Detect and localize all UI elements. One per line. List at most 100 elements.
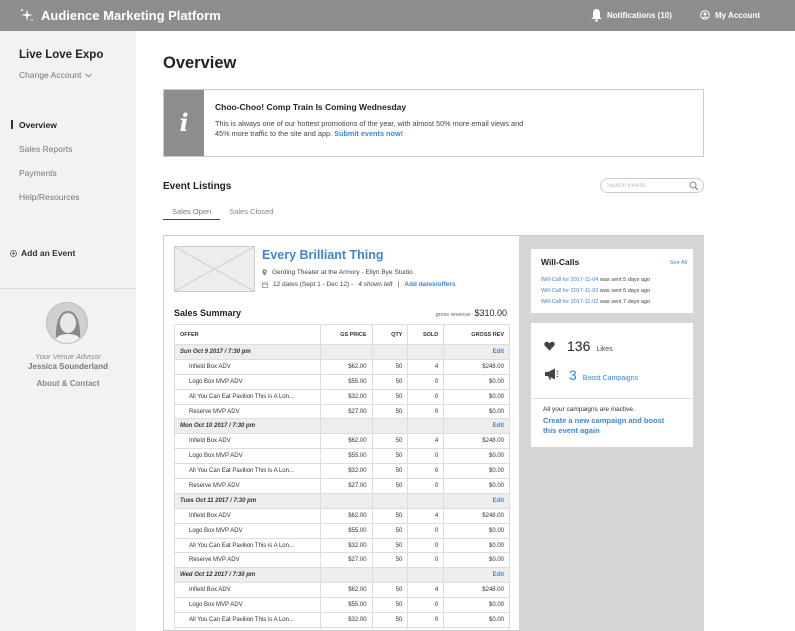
qty: 50 bbox=[371, 403, 409, 420]
about-contact-link[interactable]: About & Contact bbox=[0, 379, 136, 388]
event-listings-title: Event Listings bbox=[163, 181, 232, 192]
qty: 50 bbox=[371, 626, 409, 631]
gs-price: $32.00 bbox=[319, 537, 373, 554]
sidebar-nav: Overview Sales Reports Payments Help/Res… bbox=[10, 119, 79, 215]
event-image-placeholder[interactable] bbox=[174, 246, 255, 292]
notifications-button[interactable]: Notifications (10) bbox=[590, 8, 672, 22]
offer-name: Reserve MVP ADV bbox=[174, 478, 321, 494]
org-name: Live Love Expo bbox=[19, 49, 104, 61]
sidebar: Live Love Expo Change Account Overview S… bbox=[0, 31, 136, 631]
edit-link[interactable]: Edit bbox=[443, 344, 510, 360]
gross-rev: $0.00 bbox=[443, 448, 510, 465]
gross-rev: $0.00 bbox=[443, 537, 510, 554]
will-call-item: Will-Call for 2017-11-02 was sent 7 days… bbox=[541, 299, 650, 305]
my-account-button[interactable]: My Account bbox=[700, 8, 760, 22]
empty-cell bbox=[407, 418, 445, 435]
offer-name: All You Can Eat Pavilion This is A Lon..… bbox=[174, 388, 321, 405]
gross-revenue-label: gross revenue bbox=[435, 312, 471, 318]
will-call-item: Will-Call for 2017-11-03 was sent 6 days… bbox=[541, 288, 650, 294]
sparkle-logo-icon[interactable] bbox=[20, 8, 34, 22]
offer-name: Infield Box ADV bbox=[174, 433, 321, 450]
empty-cell bbox=[371, 492, 409, 509]
sidebar-item-overview[interactable]: Overview bbox=[10, 119, 79, 143]
announcement-banner: i Choo-Choo! Comp Train Is Coming Wednes… bbox=[163, 89, 704, 157]
see-all-link[interactable]: See All bbox=[670, 260, 687, 266]
gross-rev: $0.00 bbox=[443, 403, 510, 420]
search-icon[interactable] bbox=[689, 181, 699, 191]
date-group-row: Mon Oct 10 2017 / 7:30 pm Edit bbox=[174, 418, 510, 435]
sold: 0 bbox=[407, 388, 445, 405]
gross-rev: $0.00 bbox=[443, 388, 510, 405]
sold: 4 bbox=[407, 433, 445, 450]
sales-summary-table: OFFER GS PRICE QTY SOLD GROSS REV Sun Oc… bbox=[174, 324, 510, 631]
sold: 0 bbox=[407, 552, 445, 569]
gross-rev: $248.00 bbox=[443, 507, 510, 524]
app-title[interactable]: Audience Marketing Platform bbox=[41, 8, 221, 23]
sold: 0 bbox=[407, 522, 445, 539]
column-header: OFFER bbox=[174, 324, 321, 345]
will-call-text: was sent 5 days ago bbox=[599, 277, 651, 283]
qty: 50 bbox=[371, 358, 409, 375]
sidebar-item-sales-reports[interactable]: Sales Reports bbox=[19, 143, 79, 167]
my-account-label: My Account bbox=[715, 10, 761, 20]
add-event-button[interactable]: Add an Event bbox=[10, 248, 75, 258]
offer-name: Infield Box ADV bbox=[174, 358, 321, 375]
search-input[interactable] bbox=[607, 181, 685, 191]
event-venue: Gerding Theater at the Armory - Ellyn By… bbox=[262, 269, 413, 276]
tab-sales-open[interactable]: Sales Open bbox=[163, 207, 221, 220]
add-dates-offers-link[interactable]: Add dates/offers bbox=[404, 281, 455, 288]
edit-link[interactable]: Edit bbox=[443, 418, 510, 435]
table-row: Logo Box MVP ADV $55.00 50 0 $0.00 bbox=[174, 522, 510, 539]
table-row: Logo Box MVP ADV $55.00 50 0 $0.00 bbox=[174, 448, 510, 465]
table-row: Reserve MVP ADV$27.00500$0.00 bbox=[174, 552, 510, 569]
change-account-button[interactable]: Change Account bbox=[19, 70, 93, 80]
gs-price: $62.00 bbox=[319, 358, 373, 375]
edit-link[interactable]: Edit bbox=[443, 567, 510, 584]
edit-link[interactable]: Edit bbox=[443, 492, 510, 509]
table-row: Infield Box ADV $62.00 50 4 $248.00 bbox=[174, 507, 510, 524]
sold: 0 bbox=[407, 597, 445, 614]
show-date: Tues Oct 11 2017 / 7:30 pm bbox=[174, 492, 321, 509]
top-bar: Audience Marketing Platform Notification… bbox=[0, 0, 795, 31]
sold: 0 bbox=[407, 463, 445, 480]
campaigns-inactive-text: All your campaigns are inactive. bbox=[543, 406, 635, 413]
qty: 50 bbox=[371, 388, 409, 405]
sold: 4 bbox=[407, 507, 445, 524]
will-call-link[interactable]: Will-Call for 2017-11-04 bbox=[541, 277, 598, 283]
plus-circle-icon bbox=[10, 249, 17, 257]
will-calls-card: Will-Calls See All Will-Call for 2017-11… bbox=[531, 249, 693, 313]
sidebar-item-payments[interactable]: Payments bbox=[19, 167, 79, 191]
gross-rev: $248.00 bbox=[443, 433, 510, 450]
gross-rev: $0.00 bbox=[443, 612, 510, 628]
sold: 0 bbox=[407, 478, 445, 494]
user-circle-icon bbox=[700, 10, 710, 20]
column-header: QTY bbox=[371, 324, 409, 345]
will-call-link[interactable]: Will-Call for 2017-11-02 bbox=[541, 299, 598, 305]
boost-campaigns-link[interactable]: 3 Boost Campaigns bbox=[544, 367, 638, 383]
gs-price: $32.00 bbox=[319, 388, 373, 405]
offer-name: Logo Box MVP ADV bbox=[174, 597, 321, 614]
gross-rev: $0.00 bbox=[443, 626, 510, 631]
qty: 50 bbox=[371, 478, 409, 494]
sales-table-body: Sun Oct 9 2017 / 7:30 pm Edit Infield Box … bbox=[174, 344, 510, 631]
submit-events-link[interactable]: Submit events now! bbox=[334, 129, 403, 138]
offer-name: All You Can Eat Pavilion This is A Lon..… bbox=[174, 612, 321, 628]
qty: 50 bbox=[371, 448, 409, 465]
gross-revenue: gross revenue $310.00 bbox=[436, 308, 507, 318]
tab-sales-closed[interactable]: Sales Closed bbox=[220, 207, 282, 220]
empty-cell bbox=[407, 344, 445, 360]
table-row: Logo Box MVP ADV $55.00 50 0 $0.00 bbox=[174, 373, 510, 390]
date-group-row: Sun Oct 9 2017 / 7:30 pm Edit bbox=[174, 344, 510, 360]
likes-stat: 136 Likes bbox=[544, 338, 613, 354]
will-calls-title: Will-Calls bbox=[541, 257, 580, 267]
create-campaign-link[interactable]: Create a new campaign and boost this eve… bbox=[543, 416, 673, 436]
event-name-link[interactable]: Every Brilliant Thing bbox=[262, 248, 384, 262]
advisor-name: Jessica Sounderland bbox=[27, 362, 109, 371]
sidebar-item-help-resources[interactable]: Help/Resources bbox=[19, 191, 79, 215]
gs-price: $27.00 bbox=[319, 403, 373, 420]
gross-rev: $248.00 bbox=[443, 582, 510, 599]
will-call-link[interactable]: Will-Call for 2017-11-03 bbox=[541, 288, 598, 294]
advisor-role: Your Venue Advisor bbox=[35, 352, 101, 361]
empty-cell bbox=[371, 418, 409, 435]
date-group-row: Tues Oct 11 2017 / 7:30 pm Edit bbox=[174, 492, 510, 509]
